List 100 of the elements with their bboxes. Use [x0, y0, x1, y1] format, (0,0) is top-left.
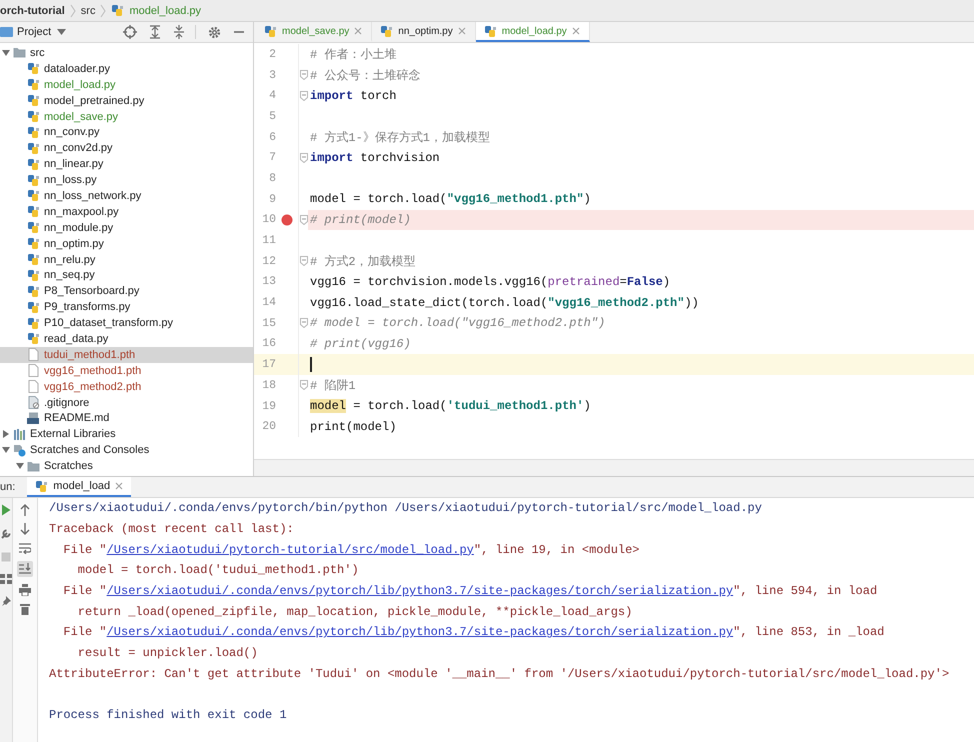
expanded-arrow-icon[interactable] [15, 461, 25, 472]
file-name[interactable]: vgg16_method2.pth [44, 380, 142, 393]
python-file-icon [27, 253, 40, 266]
file-name[interactable]: nn_conv.py [44, 126, 100, 138]
layout-icon[interactable] [0, 574, 12, 584]
file-name[interactable]: tudui_method1.pth [44, 348, 136, 361]
line-number: 20 [261, 420, 276, 434]
line-number: 14 [261, 296, 276, 310]
code-line: # 陷阱1 [310, 378, 356, 394]
file-name[interactable]: model_pretrained.py [44, 94, 144, 107]
editor-tab[interactable]: nn_optim.py [372, 22, 476, 42]
folder-icon [0, 26, 13, 38]
python-file-icon [27, 268, 40, 282]
file-link[interactable]: /Users/xiaotudui/pytorch-tutorial/src/model_load.py [106, 542, 474, 557]
file-name[interactable]: nn_module.py [44, 222, 114, 234]
code-line: # model = torch.load("vgg16_method2.pth") [310, 316, 606, 330]
python-file-icon [27, 332, 40, 346]
tab-label: nn_optim.py [398, 26, 453, 36]
editor-tab[interactable]: model_save.py [256, 22, 372, 42]
console-text: return _load(opened_zipfile, map_location, pickle_module, **pickle_load_args) [76, 604, 632, 619]
close-icon[interactable] [458, 27, 466, 35]
code-line: # 公众号：土堆碎念 [310, 68, 420, 84]
pin-icon[interactable] [1, 596, 11, 606]
file-name[interactable]: model_load.py [44, 78, 116, 91]
console-text: File " [62, 584, 107, 598]
line-number: 3 [268, 68, 276, 82]
file-name[interactable]: nn_seq.py [44, 269, 95, 282]
python-file-icon [27, 284, 40, 298]
file-name[interactable]: P10_dataset_transform.py [44, 317, 174, 330]
fold-icon[interactable] [300, 152, 308, 163]
close-icon[interactable] [354, 27, 362, 35]
file-name[interactable]: Scratches and Consoles [30, 444, 150, 456]
fold-icon[interactable] [300, 70, 308, 80]
file-name[interactable]: nn_optim.py [44, 238, 104, 250]
file-name[interactable]: Scratches [44, 460, 93, 472]
breadcrumb-item[interactable]: model_load.py [129, 4, 202, 16]
file-name[interactable]: nn_conv2d.py [44, 142, 112, 154]
expanded-arrow-icon[interactable] [1, 48, 11, 58]
settings-icon[interactable] [208, 26, 221, 38]
file-name[interactable]: P9_transforms.py [44, 301, 130, 314]
up-arrow-icon[interactable] [20, 504, 30, 516]
python-file-icon [27, 205, 40, 218]
close-icon[interactable] [115, 482, 124, 490]
line-number: 10 [261, 213, 276, 226]
editor-tab[interactable]: model_load.py [476, 22, 590, 42]
file-name[interactable]: nn_maxpool.py [44, 206, 119, 218]
fold-icon[interactable] [300, 380, 308, 390]
file-name[interactable]: nn_linear.py [44, 158, 104, 170]
close-icon[interactable] [572, 27, 580, 35]
soft-wrap-icon[interactable] [19, 542, 31, 554]
caret-icon[interactable] [57, 29, 66, 35]
file-name[interactable]: nn_relu.py [44, 254, 96, 266]
down-arrow-icon[interactable] [20, 523, 30, 535]
fold-icon[interactable] [300, 256, 308, 266]
line-number: 6 [268, 130, 276, 144]
console-text: result = unpickler.load() [76, 646, 258, 660]
chevron-icon [70, 4, 76, 18]
libraries-icon [13, 428, 26, 441]
panel-title[interactable]: Project [17, 26, 52, 38]
markdown-file-icon [27, 412, 40, 425]
console-text: ", line 594, in load [733, 584, 878, 598]
print-icon[interactable] [19, 584, 31, 596]
file-name[interactable]: model_save.py [44, 110, 118, 122]
wrench-icon[interactable] [0, 528, 12, 540]
expand-all-icon[interactable] [149, 25, 161, 39]
file-name[interactable]: src [30, 46, 45, 59]
breadcrumb-item[interactable]: src [80, 4, 96, 16]
file-name[interactable]: nn_loss_network.py [44, 190, 142, 202]
file-link[interactable]: /Users/xiaotudui/.conda/envs/pytorch/lib/python3.7/site-packages/torch/serialization.py [106, 625, 734, 640]
run-tab[interactable]: model_load [27, 477, 132, 497]
document-icon [27, 380, 40, 394]
fold-icon[interactable] [300, 318, 308, 328]
run-icon[interactable] [1, 504, 11, 516]
fold-icon[interactable] [300, 90, 308, 101]
trash-icon[interactable] [20, 603, 30, 615]
fold-icon[interactable] [300, 214, 308, 225]
file-name[interactable]: nn_loss.py [44, 174, 97, 186]
collapse-all-icon[interactable] [173, 25, 185, 39]
python-file-icon [484, 24, 497, 38]
scroll-to-end-icon[interactable] [17, 561, 33, 577]
selected-row-highlight[interactable]: tudui_method1.pth [0, 346, 253, 363]
breadcrumb-item[interactable]: orch-tutorial [0, 4, 65, 16]
expanded-arrow-icon[interactable] [1, 445, 11, 456]
python-file-icon [27, 78, 40, 92]
file-name[interactable]: .gitignore [44, 396, 90, 409]
file-name[interactable]: read_data.py [44, 332, 108, 345]
file-name[interactable]: vgg16_method1.pth [44, 364, 142, 377]
file-name[interactable]: P8_Tensorboard.py [44, 285, 140, 298]
file-link[interactable]: /Users/xiaotudui/.conda/envs/pytorch/lib/python3.7/site-packages/torch/serialization.py [106, 584, 734, 598]
file-name[interactable]: External Libraries [30, 428, 116, 440]
file-name[interactable]: dataloader.py [44, 62, 110, 75]
code-line: model = torch.load('tudui_method1.pth') [310, 399, 591, 414]
code-line: vgg16.load_state_dict(torch.load("vgg16_method2.pth")) [310, 296, 699, 310]
console-text: AttributeError: Can't get attribute 'Tudui' on <module '__main__' from '/Users/xiaotudui/pytorch-tutorial/src/model_load.py'> [49, 666, 950, 681]
document-icon [27, 348, 40, 362]
code-line: import torchvision [310, 150, 440, 165]
file-name[interactable]: README.md [44, 412, 110, 424]
collapsed-arrow-icon[interactable] [1, 429, 11, 440]
target-icon[interactable] [123, 25, 137, 39]
breakpoint-icon[interactable] [281, 214, 293, 226]
